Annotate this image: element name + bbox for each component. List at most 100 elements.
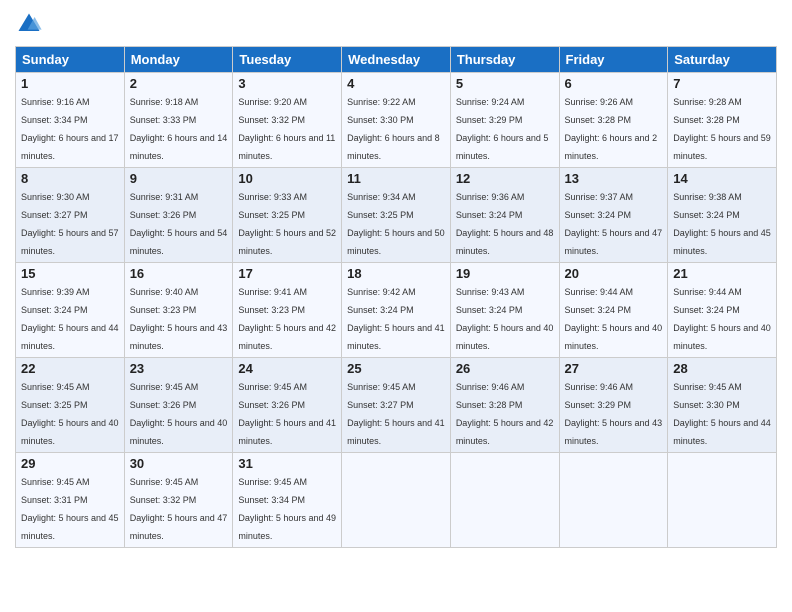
calendar-cell: 5 Sunrise: 9:24 AMSunset: 3:29 PMDayligh… bbox=[450, 73, 559, 168]
day-number: 10 bbox=[238, 171, 336, 186]
weekday-header: Thursday bbox=[450, 47, 559, 73]
calendar-cell: 16 Sunrise: 9:40 AMSunset: 3:23 PMDaylig… bbox=[124, 263, 233, 358]
calendar: SundayMondayTuesdayWednesdayThursdayFrid… bbox=[15, 46, 777, 548]
calendar-cell: 23 Sunrise: 9:45 AMSunset: 3:26 PMDaylig… bbox=[124, 358, 233, 453]
calendar-week-row: 15 Sunrise: 9:39 AMSunset: 3:24 PMDaylig… bbox=[16, 263, 777, 358]
day-info: Sunrise: 9:36 AMSunset: 3:24 PMDaylight:… bbox=[456, 192, 554, 256]
day-number: 3 bbox=[238, 76, 336, 91]
day-info: Sunrise: 9:26 AMSunset: 3:28 PMDaylight:… bbox=[565, 97, 658, 161]
day-info: Sunrise: 9:43 AMSunset: 3:24 PMDaylight:… bbox=[456, 287, 554, 351]
day-info: Sunrise: 9:41 AMSunset: 3:23 PMDaylight:… bbox=[238, 287, 336, 351]
day-info: Sunrise: 9:45 AMSunset: 3:27 PMDaylight:… bbox=[347, 382, 445, 446]
day-info: Sunrise: 9:30 AMSunset: 3:27 PMDaylight:… bbox=[21, 192, 119, 256]
page: SundayMondayTuesdayWednesdayThursdayFrid… bbox=[0, 0, 792, 612]
day-info: Sunrise: 9:46 AMSunset: 3:29 PMDaylight:… bbox=[565, 382, 663, 446]
calendar-cell: 19 Sunrise: 9:43 AMSunset: 3:24 PMDaylig… bbox=[450, 263, 559, 358]
weekday-header: Friday bbox=[559, 47, 668, 73]
day-number: 19 bbox=[456, 266, 554, 281]
calendar-cell: 1 Sunrise: 9:16 AMSunset: 3:34 PMDayligh… bbox=[16, 73, 125, 168]
day-info: Sunrise: 9:28 AMSunset: 3:28 PMDaylight:… bbox=[673, 97, 771, 161]
calendar-cell bbox=[668, 453, 777, 548]
day-number: 8 bbox=[21, 171, 119, 186]
calendar-cell bbox=[342, 453, 451, 548]
day-number: 17 bbox=[238, 266, 336, 281]
day-info: Sunrise: 9:45 AMSunset: 3:26 PMDaylight:… bbox=[238, 382, 336, 446]
day-number: 6 bbox=[565, 76, 663, 91]
day-number: 7 bbox=[673, 76, 771, 91]
day-info: Sunrise: 9:46 AMSunset: 3:28 PMDaylight:… bbox=[456, 382, 554, 446]
calendar-cell: 3 Sunrise: 9:20 AMSunset: 3:32 PMDayligh… bbox=[233, 73, 342, 168]
calendar-week-row: 8 Sunrise: 9:30 AMSunset: 3:27 PMDayligh… bbox=[16, 168, 777, 263]
calendar-cell: 17 Sunrise: 9:41 AMSunset: 3:23 PMDaylig… bbox=[233, 263, 342, 358]
logo bbox=[15, 10, 47, 38]
day-info: Sunrise: 9:45 AMSunset: 3:30 PMDaylight:… bbox=[673, 382, 771, 446]
day-number: 1 bbox=[21, 76, 119, 91]
calendar-week-row: 1 Sunrise: 9:16 AMSunset: 3:34 PMDayligh… bbox=[16, 73, 777, 168]
calendar-cell: 12 Sunrise: 9:36 AMSunset: 3:24 PMDaylig… bbox=[450, 168, 559, 263]
day-number: 23 bbox=[130, 361, 228, 376]
calendar-cell bbox=[450, 453, 559, 548]
calendar-cell: 2 Sunrise: 9:18 AMSunset: 3:33 PMDayligh… bbox=[124, 73, 233, 168]
weekday-header: Tuesday bbox=[233, 47, 342, 73]
day-info: Sunrise: 9:16 AMSunset: 3:34 PMDaylight:… bbox=[21, 97, 119, 161]
calendar-cell: 28 Sunrise: 9:45 AMSunset: 3:30 PMDaylig… bbox=[668, 358, 777, 453]
day-number: 27 bbox=[565, 361, 663, 376]
day-info: Sunrise: 9:37 AMSunset: 3:24 PMDaylight:… bbox=[565, 192, 663, 256]
day-info: Sunrise: 9:22 AMSunset: 3:30 PMDaylight:… bbox=[347, 97, 440, 161]
day-info: Sunrise: 9:45 AMSunset: 3:32 PMDaylight:… bbox=[130, 477, 228, 541]
calendar-cell: 11 Sunrise: 9:34 AMSunset: 3:25 PMDaylig… bbox=[342, 168, 451, 263]
day-number: 25 bbox=[347, 361, 445, 376]
day-number: 20 bbox=[565, 266, 663, 281]
day-number: 9 bbox=[130, 171, 228, 186]
calendar-cell: 14 Sunrise: 9:38 AMSunset: 3:24 PMDaylig… bbox=[668, 168, 777, 263]
weekday-header: Wednesday bbox=[342, 47, 451, 73]
weekday-header: Sunday bbox=[16, 47, 125, 73]
calendar-cell: 27 Sunrise: 9:46 AMSunset: 3:29 PMDaylig… bbox=[559, 358, 668, 453]
calendar-cell: 30 Sunrise: 9:45 AMSunset: 3:32 PMDaylig… bbox=[124, 453, 233, 548]
calendar-cell: 20 Sunrise: 9:44 AMSunset: 3:24 PMDaylig… bbox=[559, 263, 668, 358]
day-number: 14 bbox=[673, 171, 771, 186]
day-number: 16 bbox=[130, 266, 228, 281]
calendar-body: 1 Sunrise: 9:16 AMSunset: 3:34 PMDayligh… bbox=[16, 73, 777, 548]
day-info: Sunrise: 9:18 AMSunset: 3:33 PMDaylight:… bbox=[130, 97, 228, 161]
day-info: Sunrise: 9:24 AMSunset: 3:29 PMDaylight:… bbox=[456, 97, 549, 161]
day-number: 30 bbox=[130, 456, 228, 471]
day-number: 13 bbox=[565, 171, 663, 186]
calendar-cell: 8 Sunrise: 9:30 AMSunset: 3:27 PMDayligh… bbox=[16, 168, 125, 263]
calendar-cell: 21 Sunrise: 9:44 AMSunset: 3:24 PMDaylig… bbox=[668, 263, 777, 358]
calendar-cell: 31 Sunrise: 9:45 AMSunset: 3:34 PMDaylig… bbox=[233, 453, 342, 548]
day-number: 5 bbox=[456, 76, 554, 91]
day-info: Sunrise: 9:44 AMSunset: 3:24 PMDaylight:… bbox=[673, 287, 771, 351]
day-info: Sunrise: 9:45 AMSunset: 3:34 PMDaylight:… bbox=[238, 477, 336, 541]
day-info: Sunrise: 9:40 AMSunset: 3:23 PMDaylight:… bbox=[130, 287, 228, 351]
calendar-cell: 6 Sunrise: 9:26 AMSunset: 3:28 PMDayligh… bbox=[559, 73, 668, 168]
day-number: 12 bbox=[456, 171, 554, 186]
calendar-cell: 22 Sunrise: 9:45 AMSunset: 3:25 PMDaylig… bbox=[16, 358, 125, 453]
day-info: Sunrise: 9:42 AMSunset: 3:24 PMDaylight:… bbox=[347, 287, 445, 351]
day-number: 28 bbox=[673, 361, 771, 376]
day-number: 2 bbox=[130, 76, 228, 91]
day-number: 24 bbox=[238, 361, 336, 376]
calendar-cell: 24 Sunrise: 9:45 AMSunset: 3:26 PMDaylig… bbox=[233, 358, 342, 453]
day-info: Sunrise: 9:45 AMSunset: 3:25 PMDaylight:… bbox=[21, 382, 119, 446]
header bbox=[15, 10, 777, 38]
calendar-cell: 18 Sunrise: 9:42 AMSunset: 3:24 PMDaylig… bbox=[342, 263, 451, 358]
day-number: 31 bbox=[238, 456, 336, 471]
day-number: 29 bbox=[21, 456, 119, 471]
day-info: Sunrise: 9:34 AMSunset: 3:25 PMDaylight:… bbox=[347, 192, 445, 256]
calendar-cell: 29 Sunrise: 9:45 AMSunset: 3:31 PMDaylig… bbox=[16, 453, 125, 548]
day-number: 4 bbox=[347, 76, 445, 91]
day-info: Sunrise: 9:44 AMSunset: 3:24 PMDaylight:… bbox=[565, 287, 663, 351]
day-info: Sunrise: 9:31 AMSunset: 3:26 PMDaylight:… bbox=[130, 192, 228, 256]
calendar-cell: 10 Sunrise: 9:33 AMSunset: 3:25 PMDaylig… bbox=[233, 168, 342, 263]
calendar-cell: 13 Sunrise: 9:37 AMSunset: 3:24 PMDaylig… bbox=[559, 168, 668, 263]
day-info: Sunrise: 9:39 AMSunset: 3:24 PMDaylight:… bbox=[21, 287, 119, 351]
day-info: Sunrise: 9:45 AMSunset: 3:26 PMDaylight:… bbox=[130, 382, 228, 446]
calendar-cell bbox=[559, 453, 668, 548]
day-number: 18 bbox=[347, 266, 445, 281]
day-number: 26 bbox=[456, 361, 554, 376]
weekday-header: Monday bbox=[124, 47, 233, 73]
calendar-week-row: 22 Sunrise: 9:45 AMSunset: 3:25 PMDaylig… bbox=[16, 358, 777, 453]
day-number: 22 bbox=[21, 361, 119, 376]
calendar-cell: 7 Sunrise: 9:28 AMSunset: 3:28 PMDayligh… bbox=[668, 73, 777, 168]
